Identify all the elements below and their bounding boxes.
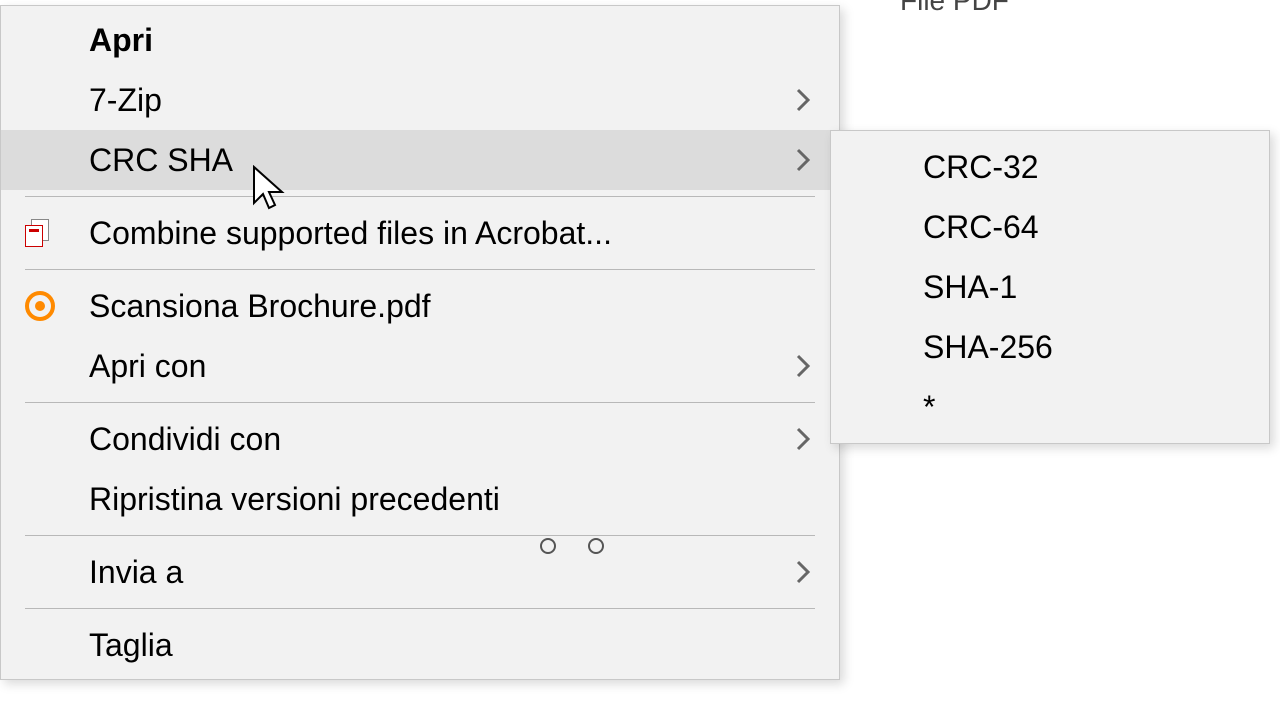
menu-separator	[25, 608, 815, 609]
menu-item-label: Combine supported files in Acrobat...	[89, 215, 789, 252]
acrobat-combine-icon	[25, 219, 53, 247]
menu-item-ripristina-versioni-precedenti[interactable]: Ripristina versioni precedenti	[1, 469, 839, 529]
menu-item-label: 7-Zip	[89, 82, 789, 119]
chevron-right-icon	[789, 556, 819, 588]
submenu-item-sha-256[interactable]: SHA-256	[831, 317, 1269, 377]
context-menu: Apri 7-Zip CRC SHA Combine supported files …	[0, 5, 840, 680]
menu-item-combine-supported-files-in-acrobat[interactable]: Combine supported files in Acrobat...	[1, 203, 839, 263]
menu-item-label: Apri	[89, 22, 789, 59]
chevron-right-icon	[789, 423, 819, 455]
menu-item-label: Ripristina versioni precedenti	[89, 481, 789, 518]
submenu-item-label: CRC-32	[923, 149, 1249, 186]
submenu-item-label: *	[923, 389, 1249, 426]
menu-item-label: Invia a	[89, 554, 789, 591]
menu-item-condividi-con[interactable]: Condividi con	[1, 409, 839, 469]
submenu-item-label: CRC-64	[923, 209, 1249, 246]
menu-item-taglia[interactable]: Taglia	[1, 615, 839, 675]
menu-item-label: Scansiona Brochure.pdf	[89, 288, 789, 325]
submenu-item-crc-32[interactable]: CRC-32	[831, 137, 1269, 197]
crc-sha-submenu: CRC-32 CRC-64 SHA-1 SHA-256 *	[830, 130, 1270, 444]
menu-separator	[25, 269, 815, 270]
menu-icon-slot	[25, 291, 89, 321]
menu-item-apri[interactable]: Apri	[1, 10, 839, 70]
submenu-item-sha-1[interactable]: SHA-1	[831, 257, 1269, 317]
menu-item-apri-con[interactable]: Apri con	[1, 336, 839, 396]
menu-item-label: Condividi con	[89, 421, 789, 458]
submenu-item-label: SHA-256	[923, 329, 1249, 366]
menu-separator	[25, 535, 815, 536]
menu-separator	[25, 196, 815, 197]
menu-item-label: CRC SHA	[89, 142, 789, 179]
avast-scan-icon	[25, 291, 55, 321]
menu-separator	[25, 402, 815, 403]
menu-item-7-zip[interactable]: 7-Zip	[1, 70, 839, 130]
menu-item-invia-a[interactable]: Invia a	[1, 542, 839, 602]
chevron-right-icon	[789, 350, 819, 382]
menu-item-scansiona-brochure-pdf[interactable]: Scansiona Brochure.pdf	[1, 276, 839, 336]
file-type-cell: File PDF	[900, 0, 1009, 17]
menu-icon-slot	[25, 219, 89, 247]
submenu-item-label: SHA-1	[923, 269, 1249, 306]
menu-item-crc-sha[interactable]: CRC SHA	[1, 130, 839, 190]
chevron-right-icon	[789, 144, 819, 176]
submenu-item-crc-64[interactable]: CRC-64	[831, 197, 1269, 257]
menu-item-label: Apri con	[89, 348, 789, 385]
menu-item-label: Taglia	[89, 627, 789, 664]
submenu-item-[interactable]: *	[831, 377, 1269, 437]
chevron-right-icon	[789, 84, 819, 116]
